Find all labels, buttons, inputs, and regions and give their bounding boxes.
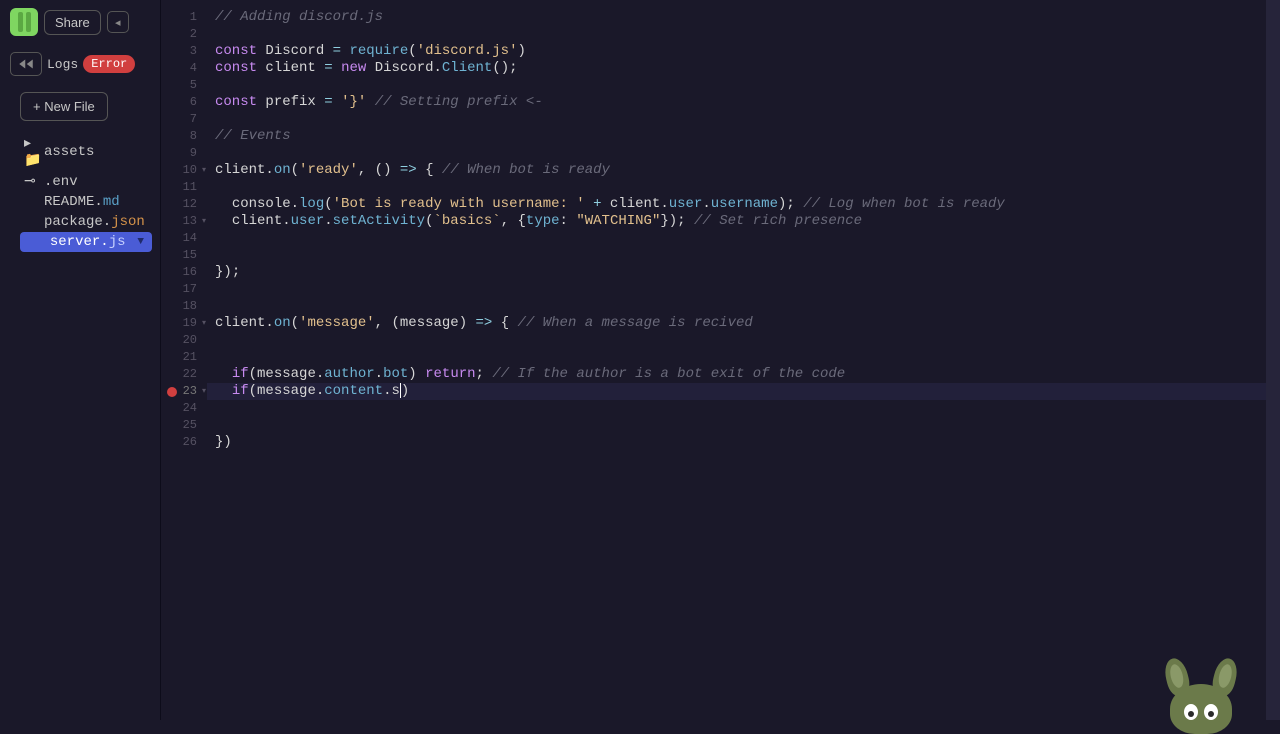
chevron-down-icon[interactable]: ▼ <box>137 236 148 248</box>
code-line[interactable]: const client = new Discord.Client(); <box>207 60 1280 77</box>
line-number[interactable]: 9 <box>161 145 207 162</box>
code-line[interactable] <box>207 298 1280 315</box>
code-line[interactable] <box>207 26 1280 43</box>
code-line[interactable] <box>207 247 1280 264</box>
line-number[interactable]: 16 <box>161 264 207 281</box>
logs-button[interactable]: Logs <box>46 55 79 74</box>
file-item-packagejson[interactable]: package.json <box>20 212 152 232</box>
line-number[interactable]: 20 <box>161 332 207 349</box>
line-number[interactable]: 10 <box>161 162 207 179</box>
vertical-scrollbar[interactable] <box>1266 0 1280 720</box>
error-badge[interactable]: Error <box>83 55 135 73</box>
line-number[interactable]: 17 <box>161 281 207 298</box>
code-line[interactable] <box>207 332 1280 349</box>
line-number[interactable]: 14 <box>161 230 207 247</box>
line-number[interactable]: 3 <box>161 43 207 60</box>
line-number[interactable]: 15 <box>161 247 207 264</box>
code-line[interactable] <box>207 349 1280 366</box>
file-item-env[interactable]: ⊸.env <box>20 171 152 192</box>
line-number[interactable]: 21 <box>161 349 207 366</box>
code-line[interactable]: client.on('message', (message) => { // W… <box>207 315 1280 332</box>
line-number[interactable]: 2 <box>161 26 207 43</box>
code-line[interactable]: }); <box>207 264 1280 281</box>
collapse-sidebar-button[interactable]: ◂ <box>107 11 129 33</box>
code-line[interactable] <box>207 281 1280 298</box>
code-line[interactable]: // Adding discord.js <box>207 9 1280 26</box>
rewind-button[interactable] <box>10 52 42 76</box>
line-number[interactable]: 22 <box>161 366 207 383</box>
line-number[interactable]: 6 <box>161 94 207 111</box>
code-line[interactable]: const prefix = '}' // Setting prefix <- <box>207 94 1280 111</box>
share-button[interactable]: Share <box>44 10 101 35</box>
code-area[interactable]: // Adding discord.js const Discord = requ… <box>207 0 1280 720</box>
file-item-serverjs[interactable]: server.js▼ <box>20 232 152 252</box>
code-line[interactable]: client.user.setActivity(`basics`, {type:… <box>207 213 1280 230</box>
line-number[interactable]: 23 <box>161 383 207 400</box>
line-number[interactable]: 5 <box>161 77 207 94</box>
code-line[interactable]: if(message.content.s) <box>207 383 1280 400</box>
code-line[interactable] <box>207 111 1280 128</box>
mascot-icon[interactable] <box>1162 658 1240 728</box>
code-line[interactable]: client.on('ready', () => { // When bot i… <box>207 162 1280 179</box>
line-number[interactable]: 7 <box>161 111 207 128</box>
key-icon: ⊸ <box>24 173 38 190</box>
folder-icon: ▸📁 <box>24 135 38 169</box>
code-line[interactable] <box>207 77 1280 94</box>
line-gutter[interactable]: 1234567891011121314151617181920212223242… <box>161 0 207 720</box>
code-line[interactable]: console.log('Bot is ready with username:… <box>207 196 1280 213</box>
logo-icon[interactable] <box>10 8 38 36</box>
line-number[interactable]: 1 <box>161 9 207 26</box>
line-number[interactable]: 12 <box>161 196 207 213</box>
code-line[interactable] <box>207 417 1280 434</box>
file-item-READMEmd[interactable]: README.md <box>20 192 152 212</box>
line-number[interactable]: 4 <box>161 60 207 77</box>
chevron-left-icon: ◂ <box>115 16 121 29</box>
line-number[interactable]: 25 <box>161 417 207 434</box>
editor: 1234567891011121314151617181920212223242… <box>161 0 1280 720</box>
code-line[interactable]: const Discord = require('discord.js') <box>207 43 1280 60</box>
controls-row: Logs Error <box>0 44 160 92</box>
line-number[interactable]: 8 <box>161 128 207 145</box>
new-file-button[interactable]: + New File <box>20 92 108 121</box>
line-number[interactable]: 26 <box>161 434 207 451</box>
code-line[interactable]: }) <box>207 434 1280 451</box>
code-line[interactable] <box>207 400 1280 417</box>
line-number[interactable]: 11 <box>161 179 207 196</box>
code-line[interactable]: // Events <box>207 128 1280 145</box>
top-bar: Share ◂ <box>0 0 160 44</box>
file-list: ▸📁assets⊸.envREADME.mdpackage.jsonserver… <box>0 133 160 252</box>
line-number[interactable]: 24 <box>161 400 207 417</box>
line-number[interactable]: 18 <box>161 298 207 315</box>
code-line[interactable]: if(message.author.bot) return; // If the… <box>207 366 1280 383</box>
code-line[interactable] <box>207 145 1280 162</box>
sidebar: Share ◂ Logs Error + New File ▸📁assets⊸.… <box>0 0 161 720</box>
line-number[interactable]: 13 <box>161 213 207 230</box>
code-line[interactable] <box>207 179 1280 196</box>
code-line[interactable] <box>207 230 1280 247</box>
line-number[interactable]: 19 <box>161 315 207 332</box>
rewind-icon <box>17 57 35 71</box>
file-item-assets[interactable]: ▸📁assets <box>20 133 152 171</box>
